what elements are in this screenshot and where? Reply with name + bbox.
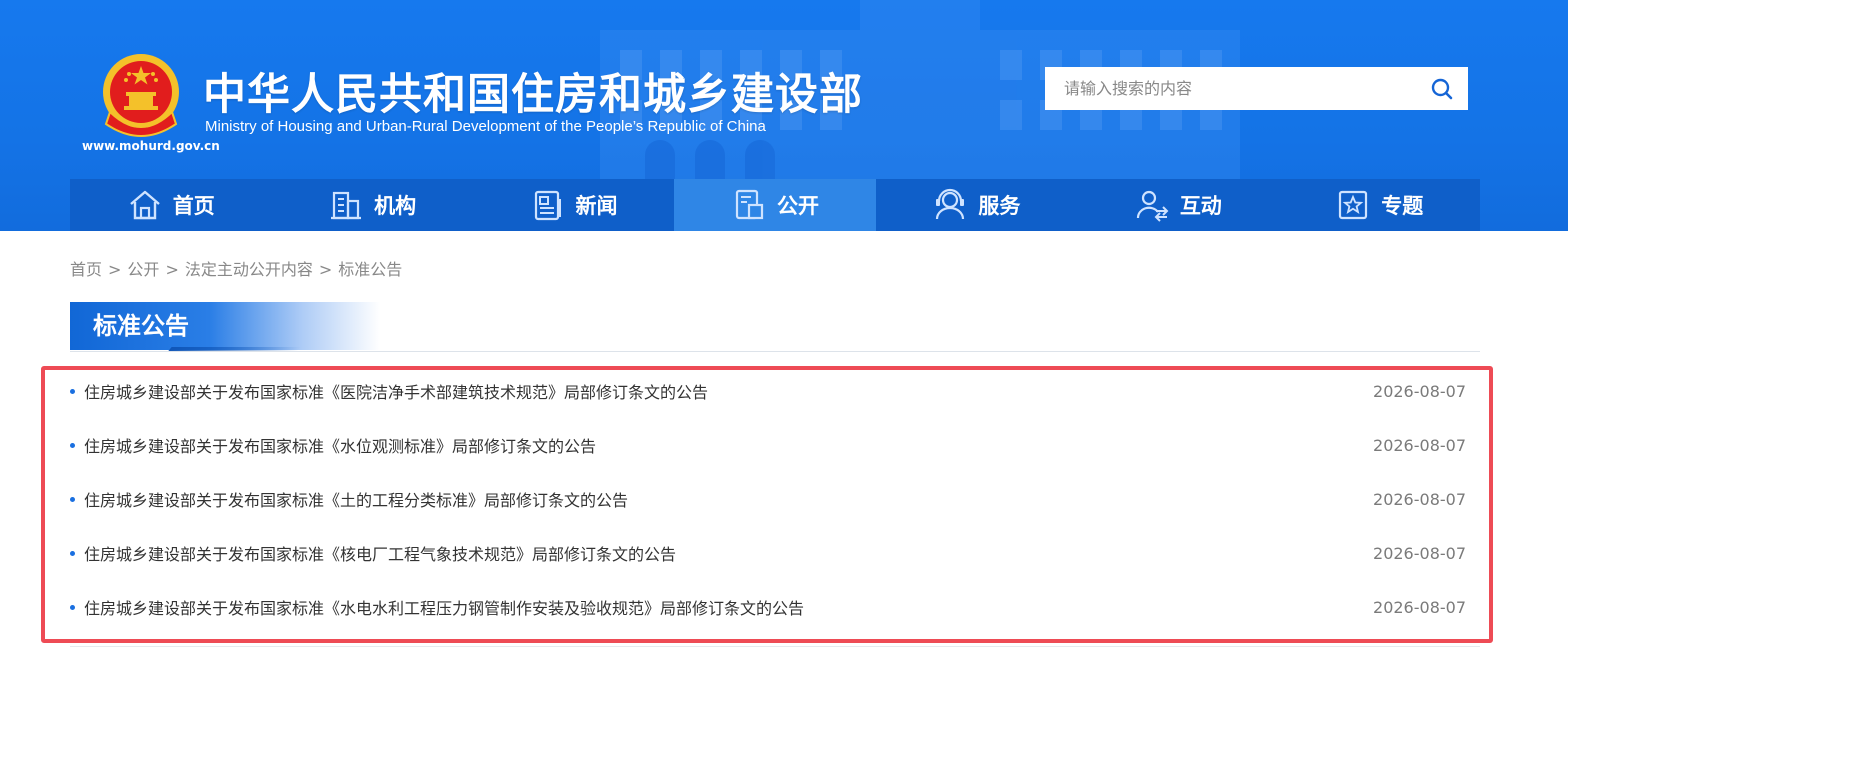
news-icon: [534, 190, 561, 221]
building-icon: [331, 191, 362, 220]
announcement-title-link[interactable]: 住房城乡建设部关于发布国家标准《水电水利工程压力钢管制作安装及验收规范》局部修订…: [84, 595, 1373, 619]
nav-item-news[interactable]: 新闻: [473, 179, 674, 231]
divider: [70, 646, 1480, 647]
announcement-title-link[interactable]: 住房城乡建设部关于发布国家标准《水位观测标准》局部修订条文的公告: [84, 433, 1373, 457]
nav-item-interaction[interactable]: 互动: [1077, 179, 1278, 231]
main-nav: 首页 机构 新闻 公开 服务 互动 专题: [70, 179, 1480, 231]
announcement-item[interactable]: 住房城乡建设部关于发布国家标准《土的工程分类标准》局部修订条文的公告 2026-…: [70, 472, 1466, 526]
nav-item-label: 新闻: [575, 194, 618, 218]
search-input[interactable]: [1046, 68, 1416, 109]
interaction-icon: [1136, 190, 1169, 222]
search-icon: [1431, 78, 1453, 99]
nav-item-label: 服务: [978, 194, 1021, 218]
breadcrumb: 首页 > 公开 > 法定主动公开内容 > 标准公告: [70, 256, 402, 280]
nav-item-disclosure[interactable]: 公开: [674, 179, 876, 231]
breadcrumb-link-home[interactable]: 首页: [70, 260, 102, 279]
announcement-title-link[interactable]: 住房城乡建设部关于发布国家标准《核电厂工程气象技术规范》局部修订条文的公告: [84, 541, 1373, 565]
announcement-date: 2026-08-07: [1373, 489, 1466, 509]
announcement-item[interactable]: 住房城乡建设部关于发布国家标准《医院洁净手术部建筑技术规范》局部修订条文的公告 …: [70, 364, 1466, 418]
search-button[interactable]: [1416, 68, 1468, 109]
announcement-date: 2026-08-07: [1373, 435, 1466, 455]
announcement-list: 住房城乡建设部关于发布国家标准《医院洁净手术部建筑技术规范》局部修订条文的公告 …: [70, 364, 1466, 634]
service-icon: [936, 188, 965, 220]
bullet-dot: [70, 388, 75, 394]
site-subtitle: Ministry of Housing and Urban-Rural Deve…: [205, 118, 766, 135]
announcement-date: 2026-08-07: [1373, 597, 1466, 617]
announcement-item[interactable]: 住房城乡建设部关于发布国家标准《核电厂工程气象技术规范》局部修订条文的公告 20…: [70, 526, 1466, 580]
nav-item-label: 公开: [776, 194, 819, 218]
nav-item-label: 首页: [172, 194, 215, 218]
section-title: 标准公告: [70, 302, 380, 350]
announcement-item[interactable]: 住房城乡建设部关于发布国家标准《水电水利工程压力钢管制作安装及验收规范》局部修订…: [70, 580, 1466, 634]
page: www.mohurd.gov.cn 中华人民共和国住房和城乡建设部 Minist…: [0, 0, 1568, 655]
nav-item-label: 专题: [1381, 194, 1424, 218]
topic-icon: [1339, 190, 1368, 220]
announcement-title-link[interactable]: 住房城乡建设部关于发布国家标准《医院洁净手术部建筑技术规范》局部修订条文的公告: [84, 379, 1373, 403]
nav-item-agency[interactable]: 机构: [271, 179, 472, 231]
nav-item-service[interactable]: 服务: [876, 179, 1077, 231]
national-emblem-icon: [103, 54, 179, 137]
announcement-date: 2026-08-07: [1373, 543, 1466, 563]
bullet-dot: [70, 442, 75, 448]
site-title: 中华人民共和国住房和城乡建设部: [203, 70, 863, 120]
bullet-dot: [70, 550, 75, 556]
search-box: [1045, 67, 1468, 110]
nav-item-home[interactable]: 首页: [70, 179, 271, 231]
disclosure-icon: [735, 189, 764, 220]
announcement-item[interactable]: 住房城乡建设部关于发布国家标准《水位观测标准》局部修订条文的公告 2026-08…: [70, 418, 1466, 472]
breadcrumb-link-standard-announcements[interactable]: 标准公告: [338, 260, 402, 279]
announcement-date: 2026-08-07: [1373, 381, 1466, 401]
breadcrumb-separator: >: [108, 260, 122, 279]
home-icon: [129, 190, 160, 220]
breadcrumb-link-disclosure[interactable]: 公开: [127, 260, 159, 279]
nav-item-label: 机构: [374, 194, 417, 218]
breadcrumb-separator: >: [165, 260, 179, 279]
section-header: 标准公告: [70, 302, 1480, 352]
announcement-title-link[interactable]: 住房城乡建设部关于发布国家标准《土的工程分类标准》局部修订条文的公告: [84, 487, 1373, 511]
nav-item-label: 互动: [1179, 194, 1222, 218]
breadcrumb-separator: >: [318, 260, 333, 279]
site-url: www.mohurd.gov.cn: [82, 139, 220, 153]
nav-item-topic[interactable]: 专题: [1279, 179, 1480, 231]
bullet-dot: [70, 604, 75, 610]
bullet-dot: [70, 496, 75, 502]
breadcrumb-link-statutory-content[interactable]: 法定主动公开内容: [185, 260, 313, 279]
